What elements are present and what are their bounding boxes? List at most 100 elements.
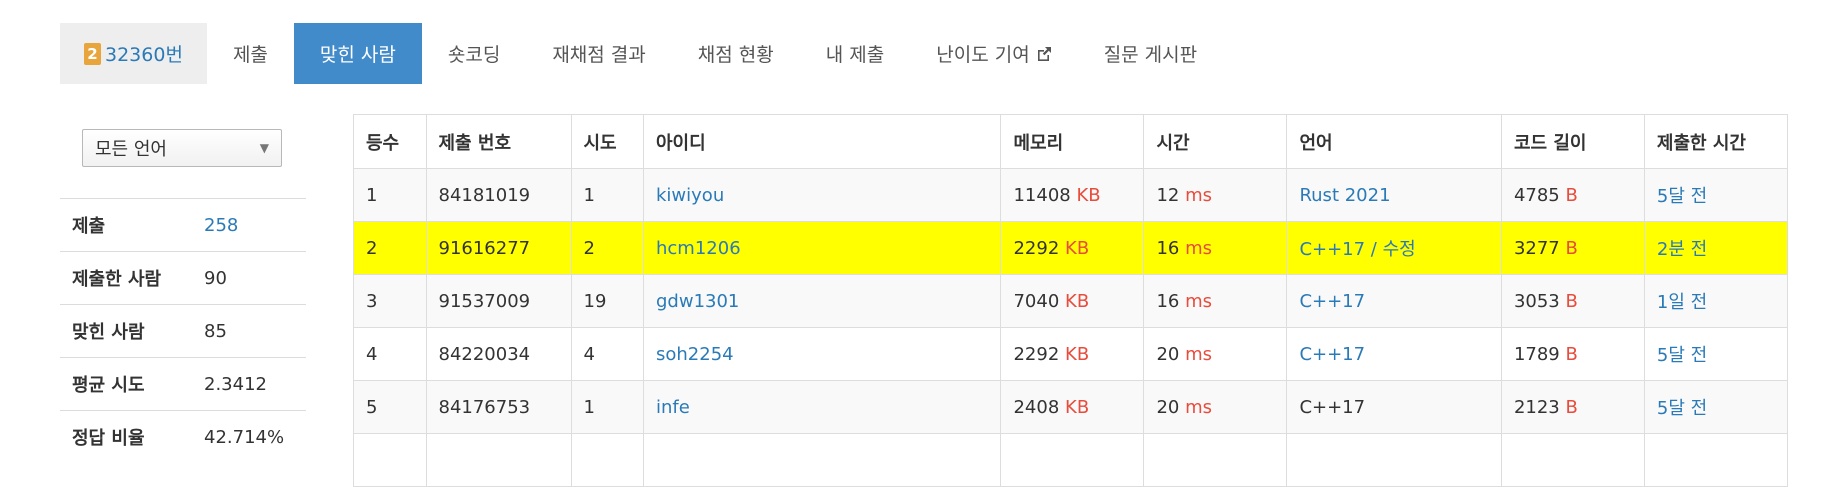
memory-unit: KB: [1065, 237, 1090, 259]
time-value: 20: [1156, 343, 1180, 365]
tab-short-coding[interactable]: 숏코딩: [422, 23, 526, 84]
cell-user-link[interactable]: gdw1301: [642, 274, 1002, 328]
cell-time: 16 ms: [1143, 221, 1288, 275]
stat-value: 2.3412: [204, 373, 267, 395]
cell-time: 12 ms: [1143, 168, 1288, 222]
header-rank: 등수: [353, 114, 427, 169]
table-header-row: 등수 제출 번호 시도 아이디 메모리 시간 언어 코드 길이 제출한 시간: [353, 114, 1789, 169]
header-user: 아이디: [642, 114, 1002, 169]
cell-code-length: 1789 B: [1500, 327, 1645, 381]
tab-status[interactable]: 채점 현황: [672, 23, 800, 84]
stat-label: 정답 비율: [72, 428, 145, 450]
stat-row: 맞힌 사람 85: [60, 304, 306, 358]
cell-rank: 4: [353, 327, 427, 381]
header-memory: 메모리: [1000, 114, 1145, 169]
code-length-value: 4785: [1513, 184, 1560, 206]
memory-value: 7040: [1013, 290, 1060, 312]
code-length-value: 2123: [1513, 396, 1560, 418]
cell-tries: 4: [570, 327, 644, 381]
cell-submitted-link[interactable]: 1일 전: [1643, 274, 1789, 328]
cell-rank: 5: [353, 380, 427, 434]
cell-tries: 1: [570, 380, 644, 434]
table-row-highlighted: 2 91616277 2 hcm1206 2292 KB 16 ms C++17…: [353, 221, 1789, 275]
code-length-unit: B: [1565, 184, 1578, 206]
table-row-partial: [353, 433, 1789, 487]
cell-rank: 2: [353, 221, 427, 275]
memory-unit: KB: [1065, 290, 1090, 312]
stat-value: 90: [204, 267, 227, 289]
stat-label: 제출한 사람: [72, 269, 162, 290]
cell-submission: 84181019: [425, 168, 572, 222]
code-length-unit: B: [1565, 343, 1578, 365]
time-unit: ms: [1185, 290, 1213, 312]
code-length-unit: B: [1565, 237, 1578, 259]
language-select-value: 모든 언어: [95, 139, 167, 160]
problem-tab-bar: 2 32360번 제출 맞힌 사람 숏코딩 재채점 결과 채점 현황 내 제출 …: [60, 23, 1223, 84]
tab-difficulty-label: 난이도 기여: [936, 44, 1030, 66]
external-link-icon: [1037, 46, 1051, 61]
header-time: 시간: [1143, 114, 1288, 169]
stat-row: 평균 시도 2.3412: [60, 357, 306, 411]
memory-unit: KB: [1065, 396, 1090, 418]
stat-row: 정답 비율 42.714%: [60, 410, 306, 464]
time-unit: ms: [1185, 237, 1213, 259]
cell-user-link[interactable]: hcm1206: [642, 221, 1002, 275]
cell-code-length: 3277 B: [1500, 221, 1645, 275]
time-value: 16: [1156, 290, 1180, 312]
cell-memory: 2292 KB: [1000, 327, 1145, 381]
table-row: 3 91537009 19 gdw1301 7040 KB 16 ms C++1…: [353, 274, 1789, 328]
time-unit: ms: [1185, 343, 1213, 365]
time-value: 12: [1156, 184, 1180, 206]
problem-stats: 제출 258 제출한 사람 90 맞힌 사람 85 평균 시도 2.3412 정답 비율…: [60, 198, 306, 464]
header-code-length: 코드 길이: [1500, 114, 1645, 169]
cell-tries: 19: [570, 274, 644, 328]
cell-code-length: 3053 B: [1500, 274, 1645, 328]
tab-my-submissions[interactable]: 내 제출: [800, 23, 910, 84]
cell-user-link[interactable]: kiwiyou: [642, 168, 1002, 222]
cell-language-link[interactable]: Rust 2021: [1286, 168, 1502, 222]
code-length-unit: B: [1565, 290, 1578, 312]
tab-problem[interactable]: 2 32360번: [60, 23, 207, 84]
time-unit: ms: [1185, 184, 1213, 206]
cell-user-link[interactable]: soh2254: [642, 327, 1002, 381]
cell-submitted-link[interactable]: 5달 전: [1643, 327, 1789, 381]
memory-unit: KB: [1065, 343, 1090, 365]
chevron-down-icon: ▼: [259, 141, 269, 155]
tab-qna-board[interactable]: 질문 게시판: [1078, 23, 1223, 84]
time-value: 16: [1156, 237, 1180, 259]
cell-memory: 2408 KB: [1000, 380, 1145, 434]
cell-submission: 84176753: [425, 380, 572, 434]
stat-label: 맞힌 사람: [72, 322, 145, 343]
stat-value: 85: [204, 320, 227, 342]
tab-submit[interactable]: 제출: [207, 23, 294, 84]
cell-submitted-link[interactable]: 5달 전: [1643, 380, 1789, 434]
cell-submitted-link[interactable]: 5달 전: [1643, 168, 1789, 222]
cell-memory: 2292 KB: [1000, 221, 1145, 275]
cell-language-link[interactable]: C++17: [1286, 327, 1502, 381]
language-select[interactable]: 모든 언어 ▼: [82, 129, 282, 167]
tab-solvers[interactable]: 맞힌 사람: [293, 23, 422, 84]
tab-difficulty[interactable]: 난이도 기여: [910, 23, 1077, 84]
cell-time: 20 ms: [1143, 380, 1288, 434]
table-row: 1 84181019 1 kiwiyou 11408 KB 12 ms Rust…: [353, 168, 1789, 222]
code-length-value: 3277: [1513, 237, 1560, 259]
cell-memory: 11408 KB: [1000, 168, 1145, 222]
cell-language-link[interactable]: C++17 / 수정: [1286, 221, 1502, 275]
time-value: 20: [1156, 396, 1180, 418]
solvers-table: 등수 제출 번호 시도 아이디 메모리 시간 언어 코드 길이 제출한 시간 1…: [353, 114, 1789, 487]
cell-tries: 1: [570, 168, 644, 222]
cell-submission: 91537009: [425, 274, 572, 328]
cell-time: 16 ms: [1143, 274, 1288, 328]
cell-submitted-link[interactable]: 2분 전: [1643, 221, 1789, 275]
tab-rejudge[interactable]: 재채점 결과: [526, 23, 671, 84]
cell-memory: 7040 KB: [1000, 274, 1145, 328]
stat-value-link[interactable]: 258: [203, 199, 306, 252]
stat-label: 제출: [72, 216, 106, 237]
cell-user-link[interactable]: infe: [642, 380, 1002, 434]
cell-language-link[interactable]: C++17: [1286, 274, 1502, 328]
header-language: 언어: [1286, 114, 1502, 169]
memory-unit: KB: [1076, 184, 1101, 206]
header-submitted: 제출한 시간: [1643, 114, 1789, 169]
cell-rank: 1: [353, 168, 427, 222]
cell-rank: 3: [353, 274, 427, 328]
